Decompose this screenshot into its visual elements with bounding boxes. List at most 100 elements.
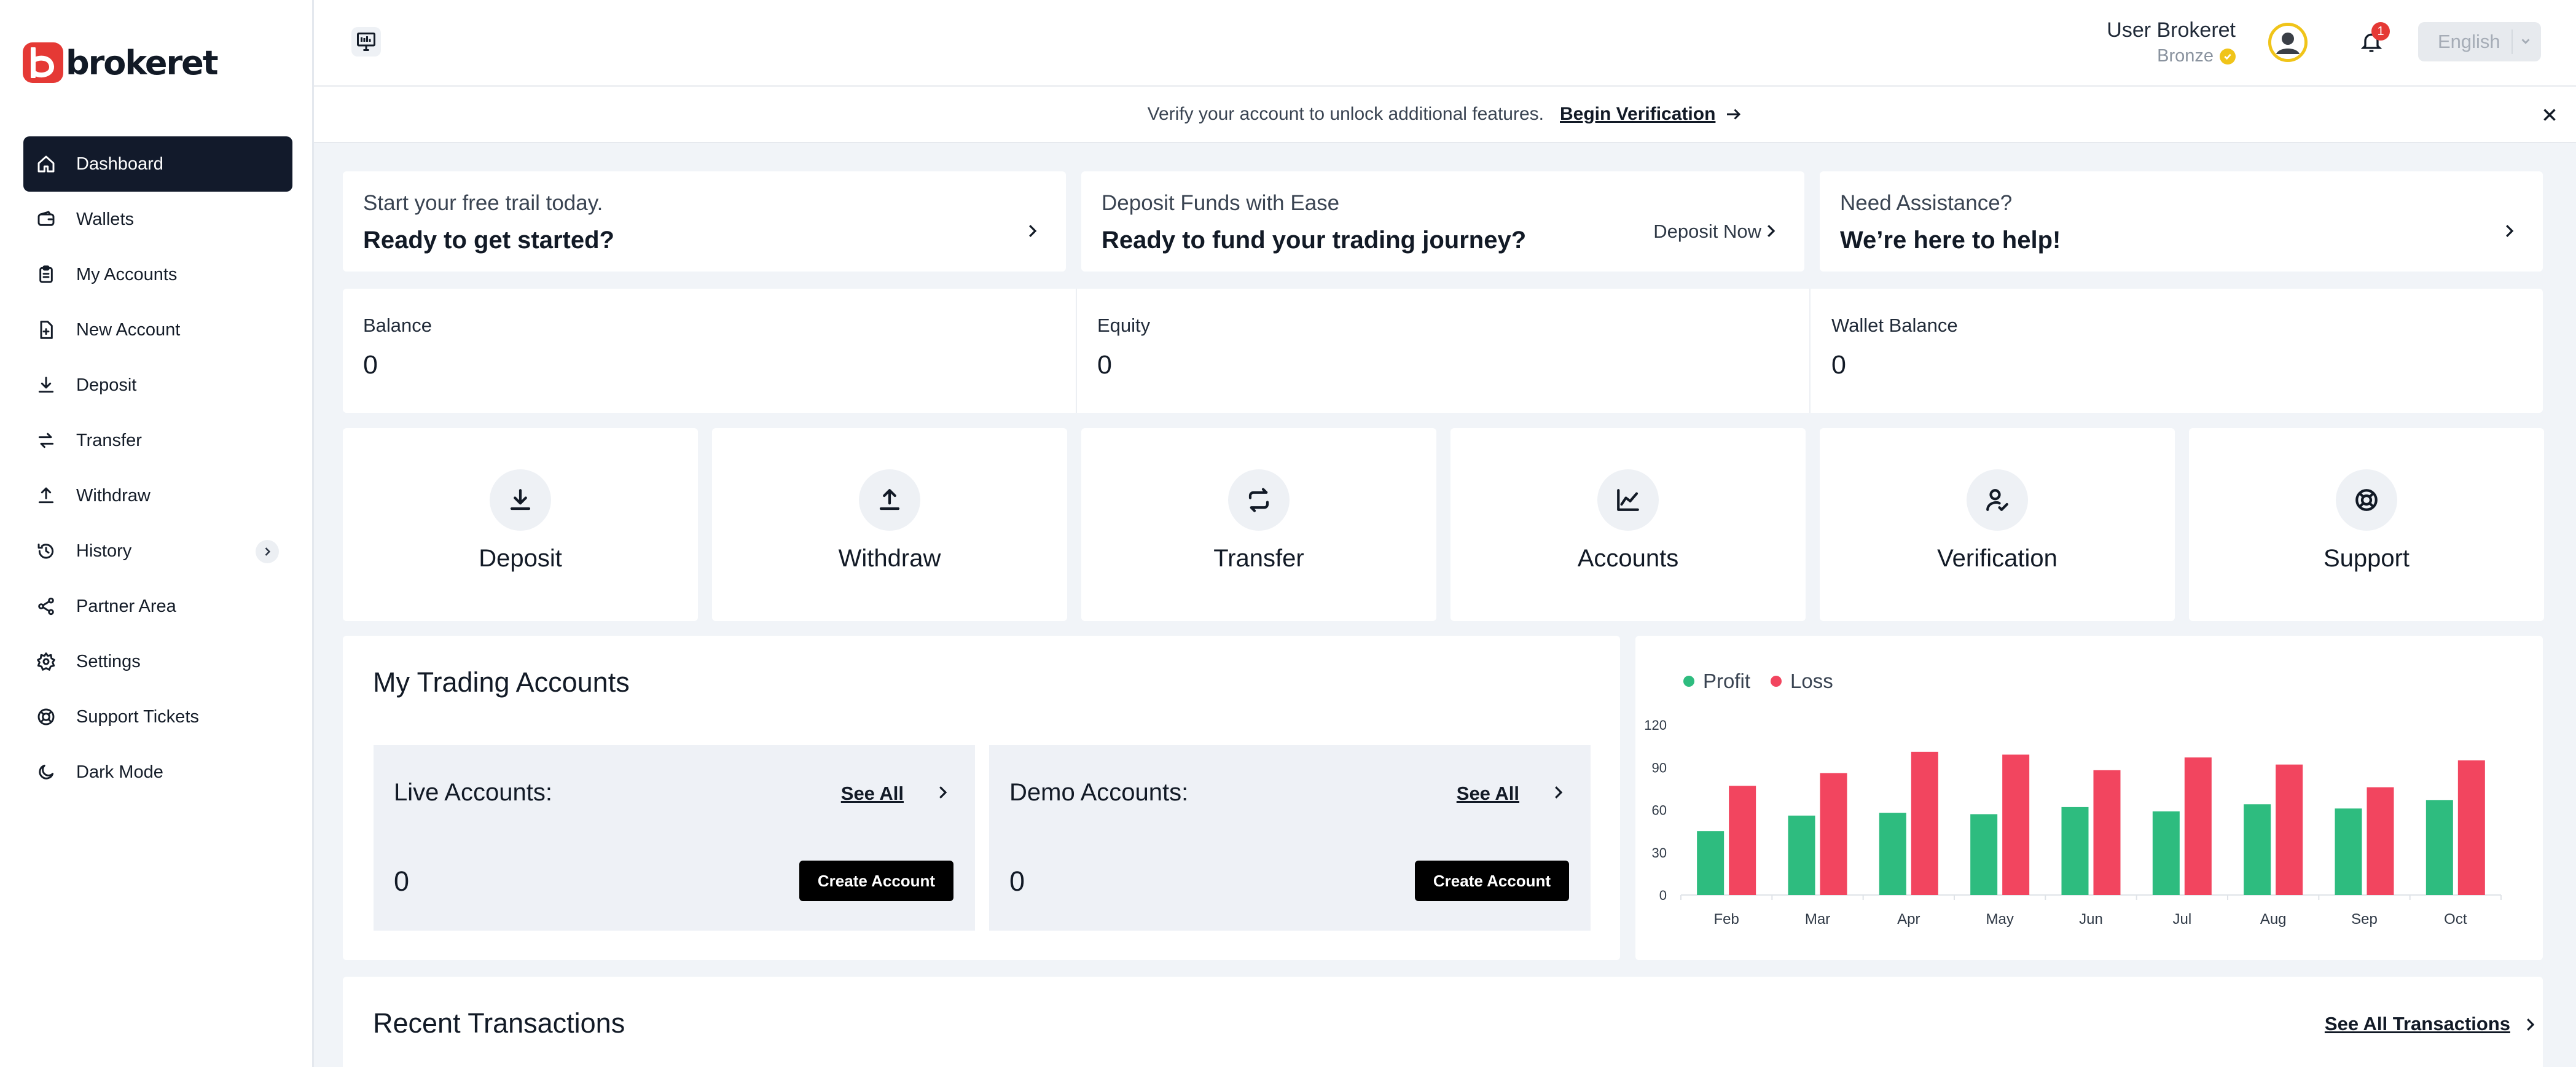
x-tick-label: Aug [2260,911,2287,928]
x-tick-label: Oct [2444,911,2467,928]
sidebar-item-new-account[interactable]: New Account [23,302,292,358]
chevron-right-icon[interactable] [933,783,952,802]
create-live-account-button[interactable]: Create Account [799,861,953,901]
see-all-demo-link[interactable]: See All [1457,783,1519,805]
chart-line-icon [1597,469,1659,531]
promo-subtitle: Need Assistance? [1840,191,2013,215]
promo-card-help[interactable]: Need Assistance? We’re here to help! [1820,171,2543,272]
chevron-right-icon[interactable] [1549,783,1567,802]
y-tick-label: 120 [1644,717,1667,733]
y-tick-label: 30 [1652,845,1667,861]
equity-value: 0 [1097,350,1112,380]
profit-bar [1788,815,1815,895]
see-all-live-link[interactable]: See All [841,783,904,805]
loss-bar [2093,770,2121,895]
wallet-icon [36,209,57,230]
download-icon [36,375,57,396]
x-tick-label: Feb [1713,911,1739,928]
sidebar-item-partner-area[interactable]: Partner Area [23,579,292,634]
sidebar-item-label: Dark Mode [76,762,163,782]
sidebar-item-dark-mode[interactable]: Dark Mode [23,745,292,800]
topbar: User Brokeret Bronze 1 English [314,0,2576,87]
chart-legend-profit[interactable]: Profit [1683,670,1750,693]
legend-dot [1771,676,1782,687]
demo-accounts-count: 0 [1009,866,1025,897]
y-tick-label: 60 [1652,803,1667,818]
sidebar-item-dashboard[interactable]: Dashboard [23,136,292,192]
sidebar-item-settings[interactable]: Settings [23,634,292,689]
action-label: Deposit [479,545,562,572]
upload-icon [36,485,57,506]
transfer-icon [1228,469,1290,531]
demo-accounts-title: Demo Accounts: [1009,779,1189,806]
chevron-right-icon[interactable] [2521,1015,2539,1034]
arrow-right-icon[interactable] [1724,105,1742,123]
action-card-deposit[interactable]: Deposit [343,428,698,621]
balance-label: Balance [363,315,433,336]
sidebar-item-label: My Accounts [76,264,178,284]
live-accounts-box: Live Accounts: See All 0 Create Account [374,745,975,931]
sidebar-item-history[interactable]: History [23,523,292,579]
brand-name: brokeret [66,43,219,82]
action-card-accounts[interactable]: Accounts [1450,428,1806,621]
profit-bar [1697,831,1725,895]
live-accounts-count: 0 [394,866,410,897]
promo-subtitle: Start your free trail today. [363,191,603,215]
profit-bar [2244,804,2271,895]
x-tick-label: May [1986,911,2013,928]
chevron-right-icon [2506,225,2514,237]
promo-subtitle: Deposit Funds with Ease [1102,191,1340,215]
action-label: Accounts [1577,545,1679,572]
profit-bar [1970,814,1998,895]
sidebar-item-label: New Account [76,319,181,340]
sidebar-item-support-tickets[interactable]: Support Tickets [23,689,292,745]
file-plus-icon [36,319,57,340]
action-card-support[interactable]: Support [2189,428,2544,621]
user-tier: Bronze [2107,46,2236,66]
wallet-balance-label: Wallet Balance [1831,315,1958,336]
legend-label: Loss [1790,670,1833,692]
sidebar-item-wallets[interactable]: Wallets [23,192,292,247]
chart-legend-loss[interactable]: Loss [1771,670,1833,693]
action-label: Withdraw [838,545,941,572]
profit-bar [1879,813,1906,895]
action-card-verification[interactable]: Verification [1820,428,2175,621]
language-select[interactable]: English [2418,22,2541,61]
deposit-now-link[interactable]: Deposit Now [1653,221,1761,243]
profit-bar [2061,807,2089,895]
close-icon[interactable] [2539,104,2560,125]
brand-logo[interactable]: brokeret [23,42,219,83]
gear-icon [36,651,57,672]
upload-icon [859,469,920,531]
share-icon [36,596,57,617]
desktop-icon[interactable] [351,27,381,57]
loss-bar [2457,760,2485,895]
promo-card-trial[interactable]: Start your free trail today. Ready to ge… [343,171,1066,272]
equity-label: Equity [1097,315,1151,336]
sidebar-item-transfer[interactable]: Transfer [23,413,292,468]
demo-accounts-box: Demo Accounts: See All 0 Create Account [989,745,1591,931]
live-accounts-title: Live Accounts: [394,779,552,806]
user-info[interactable]: User Brokeret Bronze [2107,18,2236,66]
user-name: User Brokeret [2107,18,2236,42]
recent-transactions-title: Recent Transactions [373,1007,625,1039]
action-card-transfer[interactable]: Transfer [1081,428,1436,621]
create-demo-account-button[interactable]: Create Account [1415,861,1569,901]
sidebar-item-deposit[interactable]: Deposit [23,358,292,413]
x-tick-label: Jul [2172,911,2191,928]
sidebar-nav: Dashboard Wallets My Accounts New Accoun… [23,136,292,800]
chevron-right-icon[interactable] [256,540,279,563]
see-all-transactions-link[interactable]: See All Transactions [2325,1013,2510,1035]
sidebar-item-withdraw[interactable]: Withdraw [23,468,292,523]
sidebar-item-my-accounts[interactable]: My Accounts [23,247,292,302]
banner-text: Verify your account to unlock additional… [1147,104,1544,124]
chevron-right-icon [1768,225,1775,237]
legend-dot [1683,676,1694,687]
action-card-withdraw[interactable]: Withdraw [712,428,1067,621]
begin-verification-link[interactable]: Begin Verification [1560,104,1715,125]
avatar[interactable] [2268,23,2308,62]
home-icon [36,154,57,174]
promo-card-deposit[interactable]: Deposit Funds with Ease Ready to fund yo… [1081,171,1804,272]
divider [1809,289,1811,413]
logo-mark-icon [23,42,63,83]
